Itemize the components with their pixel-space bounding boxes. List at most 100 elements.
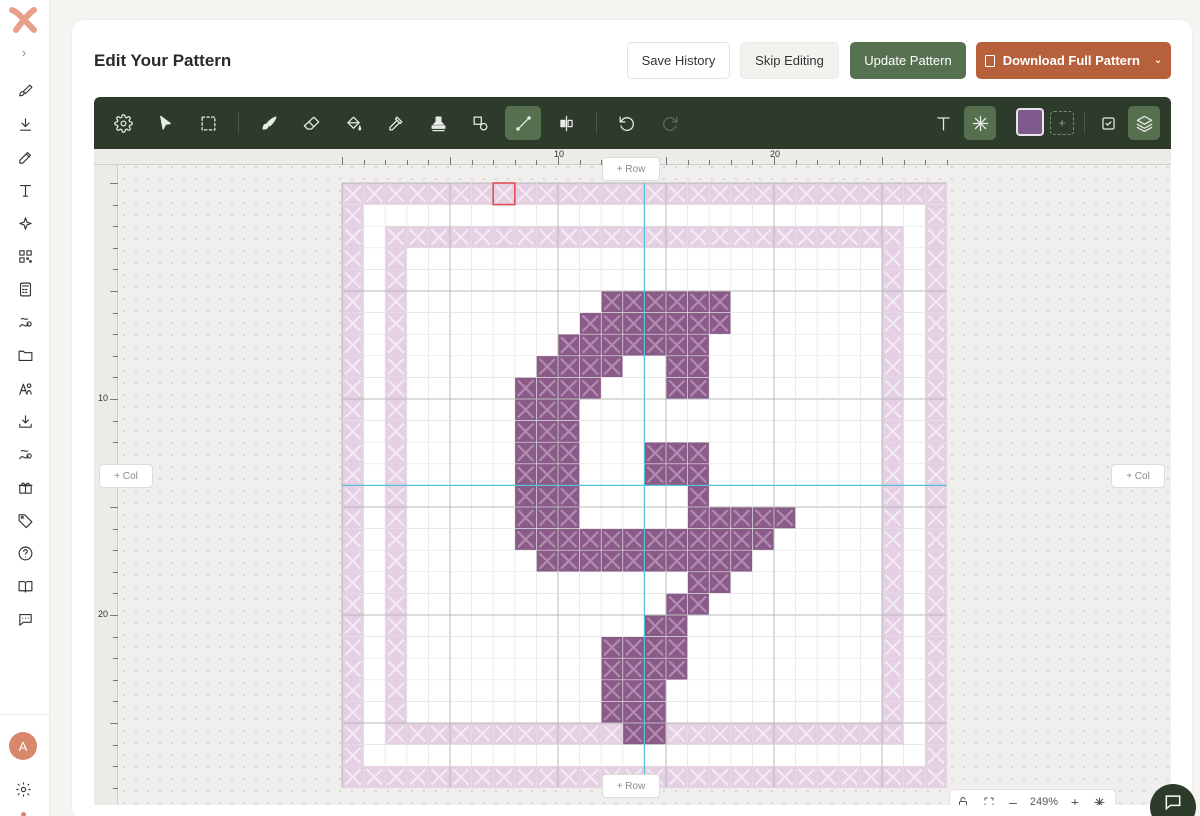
- stitch-cell[interactable]: [687, 377, 710, 399]
- snowflake-icon[interactable]: [964, 106, 996, 140]
- stitch-cell[interactable]: [601, 334, 623, 356]
- border-stitch-cell[interactable]: [709, 226, 731, 248]
- stitch-cell[interactable]: [687, 571, 710, 594]
- border-stitch-cell[interactable]: [925, 528, 947, 551]
- border-stitch-cell[interactable]: [925, 204, 947, 227]
- border-stitch-cell[interactable]: [514, 226, 537, 248]
- border-stitch-cell[interactable]: [342, 766, 364, 788]
- border-stitch-cell[interactable]: [687, 226, 710, 248]
- stitch-cell[interactable]: [514, 377, 537, 399]
- border-stitch-cell[interactable]: [514, 183, 537, 205]
- border-stitch-cell[interactable]: [363, 183, 386, 205]
- border-stitch-cell[interactable]: [536, 723, 558, 745]
- folder-icon[interactable]: [0, 339, 50, 372]
- border-stitch-cell[interactable]: [730, 723, 753, 745]
- stitch-cell[interactable]: [601, 528, 623, 551]
- border-stitch-cell[interactable]: [730, 183, 753, 205]
- border-stitch-cell[interactable]: [342, 355, 364, 378]
- border-stitch-cell[interactable]: [342, 636, 364, 659]
- stitch-cell[interactable]: [644, 312, 666, 335]
- border-stitch-cell[interactable]: [579, 226, 602, 248]
- skip-editing-button[interactable]: Skip Editing: [740, 42, 839, 79]
- border-stitch-cell[interactable]: [493, 766, 515, 788]
- stitch-cell[interactable]: [558, 528, 580, 551]
- stitch-cell[interactable]: [536, 463, 558, 486]
- stitch-cell[interactable]: [687, 528, 710, 551]
- border-stitch-cell[interactable]: [385, 247, 407, 270]
- stitch-cell[interactable]: [536, 355, 558, 378]
- stitch-cell[interactable]: [622, 334, 645, 356]
- border-stitch-cell[interactable]: [558, 723, 580, 745]
- border-stitch-cell[interactable]: [925, 269, 947, 291]
- border-stitch-cell[interactable]: [795, 226, 818, 248]
- border-stitch-cell[interactable]: [385, 701, 407, 723]
- border-stitch-cell[interactable]: [795, 766, 818, 788]
- border-stitch-cell[interactable]: [882, 766, 904, 788]
- border-stitch-cell[interactable]: [450, 723, 472, 745]
- border-stitch-cell[interactable]: [774, 766, 796, 788]
- qr-icon[interactable]: [0, 240, 50, 273]
- border-stitch-cell[interactable]: [882, 247, 904, 270]
- border-stitch-cell[interactable]: [925, 485, 947, 507]
- border-stitch-cell[interactable]: [471, 766, 494, 788]
- border-stitch-cell[interactable]: [385, 636, 407, 659]
- border-stitch-cell[interactable]: [342, 615, 364, 637]
- zoom-in-icon[interactable]: +: [1064, 794, 1086, 805]
- border-stitch-cell[interactable]: [385, 399, 407, 421]
- border-stitch-cell[interactable]: [622, 226, 645, 248]
- stitch-cell[interactable]: [752, 507, 774, 529]
- stitch-cell[interactable]: [622, 528, 645, 551]
- border-stitch-cell[interactable]: [925, 636, 947, 659]
- stitch-cell[interactable]: [558, 334, 580, 356]
- border-stitch-cell[interactable]: [774, 723, 796, 745]
- border-stitch-cell[interactable]: [882, 507, 904, 529]
- stitch-cell[interactable]: [558, 355, 580, 378]
- stitch-cell[interactable]: [579, 334, 602, 356]
- border-stitch-cell[interactable]: [795, 183, 818, 205]
- stitch-cell[interactable]: [666, 355, 688, 378]
- stitch-cell[interactable]: [514, 420, 537, 443]
- symmetry-icon[interactable]: [1086, 796, 1112, 805]
- border-stitch-cell[interactable]: [385, 183, 407, 205]
- sparkle-icon[interactable]: [0, 207, 50, 240]
- border-stitch-cell[interactable]: [666, 766, 688, 788]
- mirror-icon[interactable]: [548, 106, 584, 140]
- border-stitch-cell[interactable]: [406, 183, 429, 205]
- thread-icon[interactable]: [0, 306, 50, 339]
- border-stitch-cell[interactable]: [774, 226, 796, 248]
- border-stitch-cell[interactable]: [860, 766, 882, 788]
- stitch-cell[interactable]: [622, 679, 645, 702]
- border-stitch-cell[interactable]: [342, 442, 364, 464]
- stitch-cell[interactable]: [666, 312, 688, 335]
- border-stitch-cell[interactable]: [925, 571, 947, 594]
- stitch-cell[interactable]: [666, 334, 688, 356]
- border-stitch-cell[interactable]: [450, 183, 472, 205]
- settings-tool-icon[interactable]: [105, 106, 141, 140]
- shapes-icon[interactable]: [462, 106, 498, 140]
- border-stitch-cell[interactable]: [342, 701, 364, 723]
- stitch-cell[interactable]: [579, 355, 602, 378]
- border-stitch-cell[interactable]: [882, 723, 904, 745]
- border-stitch-cell[interactable]: [882, 442, 904, 464]
- border-stitch-cell[interactable]: [363, 766, 386, 788]
- stitch-cell[interactable]: [558, 377, 580, 399]
- stitch-cell[interactable]: [558, 507, 580, 529]
- border-stitch-cell[interactable]: [428, 183, 450, 205]
- stamp-icon[interactable]: [420, 106, 456, 140]
- stitch-cell[interactable]: [687, 355, 710, 378]
- border-stitch-cell[interactable]: [882, 701, 904, 723]
- stitch-cell[interactable]: [514, 507, 537, 529]
- border-stitch-cell[interactable]: [342, 334, 364, 356]
- border-stitch-cell[interactable]: [579, 183, 602, 205]
- border-stitch-cell[interactable]: [385, 723, 407, 745]
- stitch-cell[interactable]: [644, 528, 666, 551]
- current-color-swatch[interactable]: [1016, 108, 1044, 136]
- border-stitch-cell[interactable]: [882, 377, 904, 399]
- border-stitch-cell[interactable]: [644, 183, 666, 205]
- border-stitch-cell[interactable]: [406, 226, 429, 248]
- border-stitch-cell[interactable]: [644, 226, 666, 248]
- stitch-cell[interactable]: [514, 485, 537, 507]
- border-stitch-cell[interactable]: [882, 183, 904, 205]
- stitch-cell[interactable]: [622, 723, 645, 745]
- border-stitch-cell[interactable]: [385, 766, 407, 788]
